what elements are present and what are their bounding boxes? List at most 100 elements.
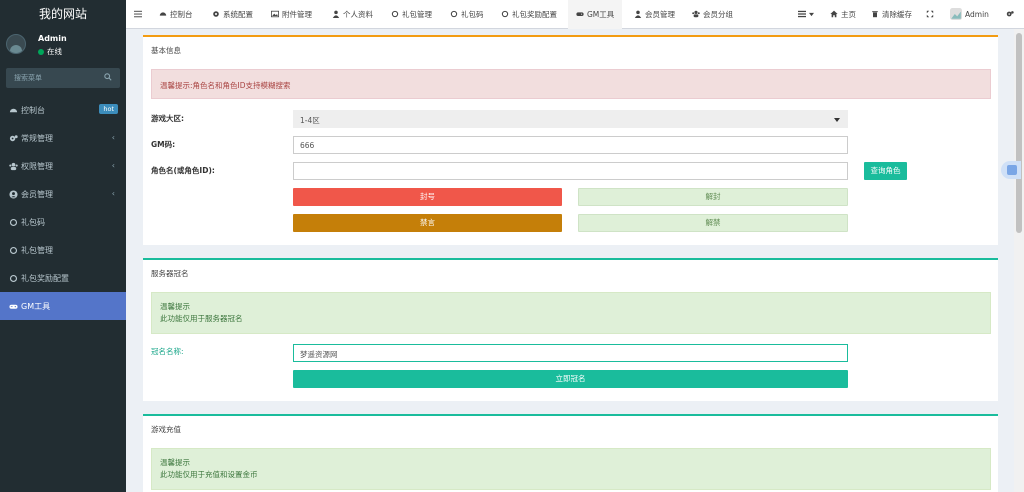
trash-icon — [872, 11, 878, 18]
unban-button[interactable]: 解封 — [578, 188, 848, 206]
gamepad-icon — [9, 304, 18, 309]
circle-icon — [501, 10, 509, 18]
chevron-left-icon: ‹ — [111, 189, 115, 198]
sidebar-item-members[interactable]: 会员管理 ‹ — [0, 180, 126, 208]
circle-icon — [9, 274, 18, 283]
server-select[interactable]: 1-4区 — [293, 110, 848, 128]
page-scrollbar[interactable] — [1014, 29, 1024, 492]
sidebar-item-gift-manage[interactable]: 礼包管理 — [0, 236, 126, 264]
tab-gm-tool[interactable]: GM工具 — [568, 0, 623, 29]
sidebar-item-gift-reward[interactable]: 礼包奖励配置 — [0, 264, 126, 292]
expand-icon — [926, 10, 934, 18]
tab-label: 附件管理 — [282, 10, 312, 19]
fullscreen-button[interactable] — [926, 0, 937, 29]
user-menu[interactable]: Admin — [950, 0, 989, 29]
circle-icon — [391, 10, 399, 18]
submit-naming-button[interactable]: 立即冠名 — [293, 370, 848, 388]
sidebar-item-gift-code[interactable]: 礼包码 — [0, 208, 126, 236]
site-logo[interactable]: 我的网站 — [0, 0, 126, 29]
tab-member-manage[interactable]: 会员管理 — [634, 0, 675, 29]
recharge-tip-alert: 温馨提示 此功能仅用于充值和设置金币 — [151, 448, 991, 490]
search-icon[interactable] — [104, 73, 112, 81]
scrollbar-thumb[interactable] — [1016, 33, 1022, 233]
tab-system-config[interactable]: 系统配置 — [212, 0, 253, 29]
gear-icon — [213, 11, 219, 17]
tab-list-dropdown[interactable] — [798, 0, 814, 29]
tab-profile[interactable]: 个人资料 — [332, 0, 373, 29]
settings-button[interactable] — [1006, 0, 1017, 29]
server-label: 游戏大区: — [151, 114, 184, 123]
naming-input[interactable]: 梦遥资源网 — [293, 344, 848, 362]
query-role-button[interactable]: 查询角色 — [864, 162, 907, 180]
sidebar-item-label: 常规管理 — [21, 134, 53, 143]
circle-icon — [450, 10, 458, 18]
gamepad-icon — [576, 12, 584, 16]
sidebar: 我的网站 Admin 在线 搜索菜单 控制台 hot 常规管理 ‹ 权限管理 ‹… — [0, 0, 126, 492]
clear-cache-button[interactable]: 清除缓存 — [871, 0, 912, 29]
sidebar-item-permission[interactable]: 权限管理 ‹ — [0, 152, 126, 180]
tab-label: 会员分组 — [703, 10, 733, 19]
avatar — [6, 34, 26, 54]
user-circle-icon — [9, 190, 18, 199]
tab-attachments[interactable]: 附件管理 — [271, 0, 312, 29]
tab-gift-manage[interactable]: 礼包管理 — [391, 0, 432, 29]
main-content: 基本信息 温馨提示:角色名和角色ID支持模糊搜索 游戏大区: 1-4区 GM码:… — [126, 29, 1014, 492]
tab-label: 礼包码 — [461, 10, 484, 19]
sidebar-search-input[interactable]: 搜索菜单 — [6, 68, 120, 88]
sidebar-item-label: 控制台 — [21, 106, 45, 115]
role-input[interactable] — [293, 162, 848, 180]
dashboard-icon — [159, 12, 167, 16]
tab-label: 个人资料 — [343, 10, 373, 19]
circle-icon — [9, 218, 18, 227]
dashboard-icon — [9, 108, 18, 113]
panel-title: 基本信息 — [151, 46, 181, 55]
role-label: 角色名(或角色ID): — [151, 166, 215, 175]
alert-title: 温馨提示 — [160, 458, 190, 467]
user-name: Admin — [38, 34, 67, 43]
unmute-button[interactable]: 解禁 — [578, 214, 848, 232]
sidebar-toggle-button[interactable] — [134, 0, 145, 29]
cogs-icon — [1006, 11, 1014, 17]
caret-down-icon — [809, 12, 814, 17]
tab-gift-code[interactable]: 礼包码 — [450, 0, 484, 29]
search-placeholder: 搜索菜单 — [14, 74, 42, 82]
tab-gift-reward[interactable]: 礼包奖励配置 — [501, 0, 557, 29]
bars-icon — [134, 10, 142, 18]
sidebar-item-general[interactable]: 常规管理 ‹ — [0, 124, 126, 152]
gm-code-input[interactable]: 666 — [293, 136, 848, 154]
group-icon — [692, 10, 700, 18]
basic-info-panel: 基本信息 温馨提示:角色名和角色ID支持模糊搜索 游戏大区: 1-4区 GM码:… — [143, 35, 998, 245]
gm-code-label: GM码: — [151, 140, 176, 149]
naming-tip-alert: 温馨提示 此功能仅用于服务器冠名 — [151, 292, 991, 334]
sidebar-item-label: 礼包管理 — [21, 246, 53, 255]
tab-label: 礼包奖励配置 — [512, 10, 557, 19]
tab-dashboard[interactable]: 控制台 — [159, 0, 193, 29]
ban-button[interactable]: 封号 — [293, 188, 562, 206]
floating-side-button[interactable] — [1001, 161, 1021, 179]
top-navbar: 控制台 系统配置 附件管理 个人资料 礼包管理 礼包码 礼包奖励配置 GM工具 … — [126, 0, 1024, 29]
panel-title: 服务器冠名 — [151, 269, 189, 278]
tab-label: 礼包管理 — [402, 10, 432, 19]
sidebar-item-label: 会员管理 — [21, 190, 53, 199]
tab-label: 系统配置 — [223, 10, 253, 19]
alert-text: 此功能仅用于服务器冠名 — [160, 314, 243, 323]
list-icon — [798, 10, 806, 18]
recharge-panel: 游戏充值 温馨提示 此功能仅用于充值和设置金币 — [143, 414, 998, 492]
caret-down-icon — [834, 118, 840, 122]
cogs-icon — [9, 135, 18, 142]
tab-member-group[interactable]: 会员分组 — [692, 0, 733, 29]
sidebar-item-gm-tool[interactable]: GM工具 — [0, 292, 126, 320]
sidebar-item-label: 礼包奖励配置 — [21, 274, 69, 283]
mute-button[interactable]: 禁言 — [293, 214, 562, 232]
sidebar-item-label: 礼包码 — [21, 218, 45, 227]
sidebar-item-dashboard[interactable]: 控制台 hot — [0, 96, 126, 124]
search-tip-alert: 温馨提示:角色名和角色ID支持模糊搜索 — [151, 69, 991, 99]
chevron-left-icon: ‹ — [111, 161, 115, 170]
site-title: 我的网站 — [38, 7, 87, 21]
tab-label: 控制台 — [170, 10, 193, 19]
home-link[interactable]: 主页 — [830, 0, 856, 29]
translate-icon — [1007, 165, 1017, 175]
user-panel: Admin 在线 — [0, 29, 126, 61]
online-dot-icon — [38, 49, 44, 55]
panel-title: 游戏充值 — [151, 425, 181, 434]
